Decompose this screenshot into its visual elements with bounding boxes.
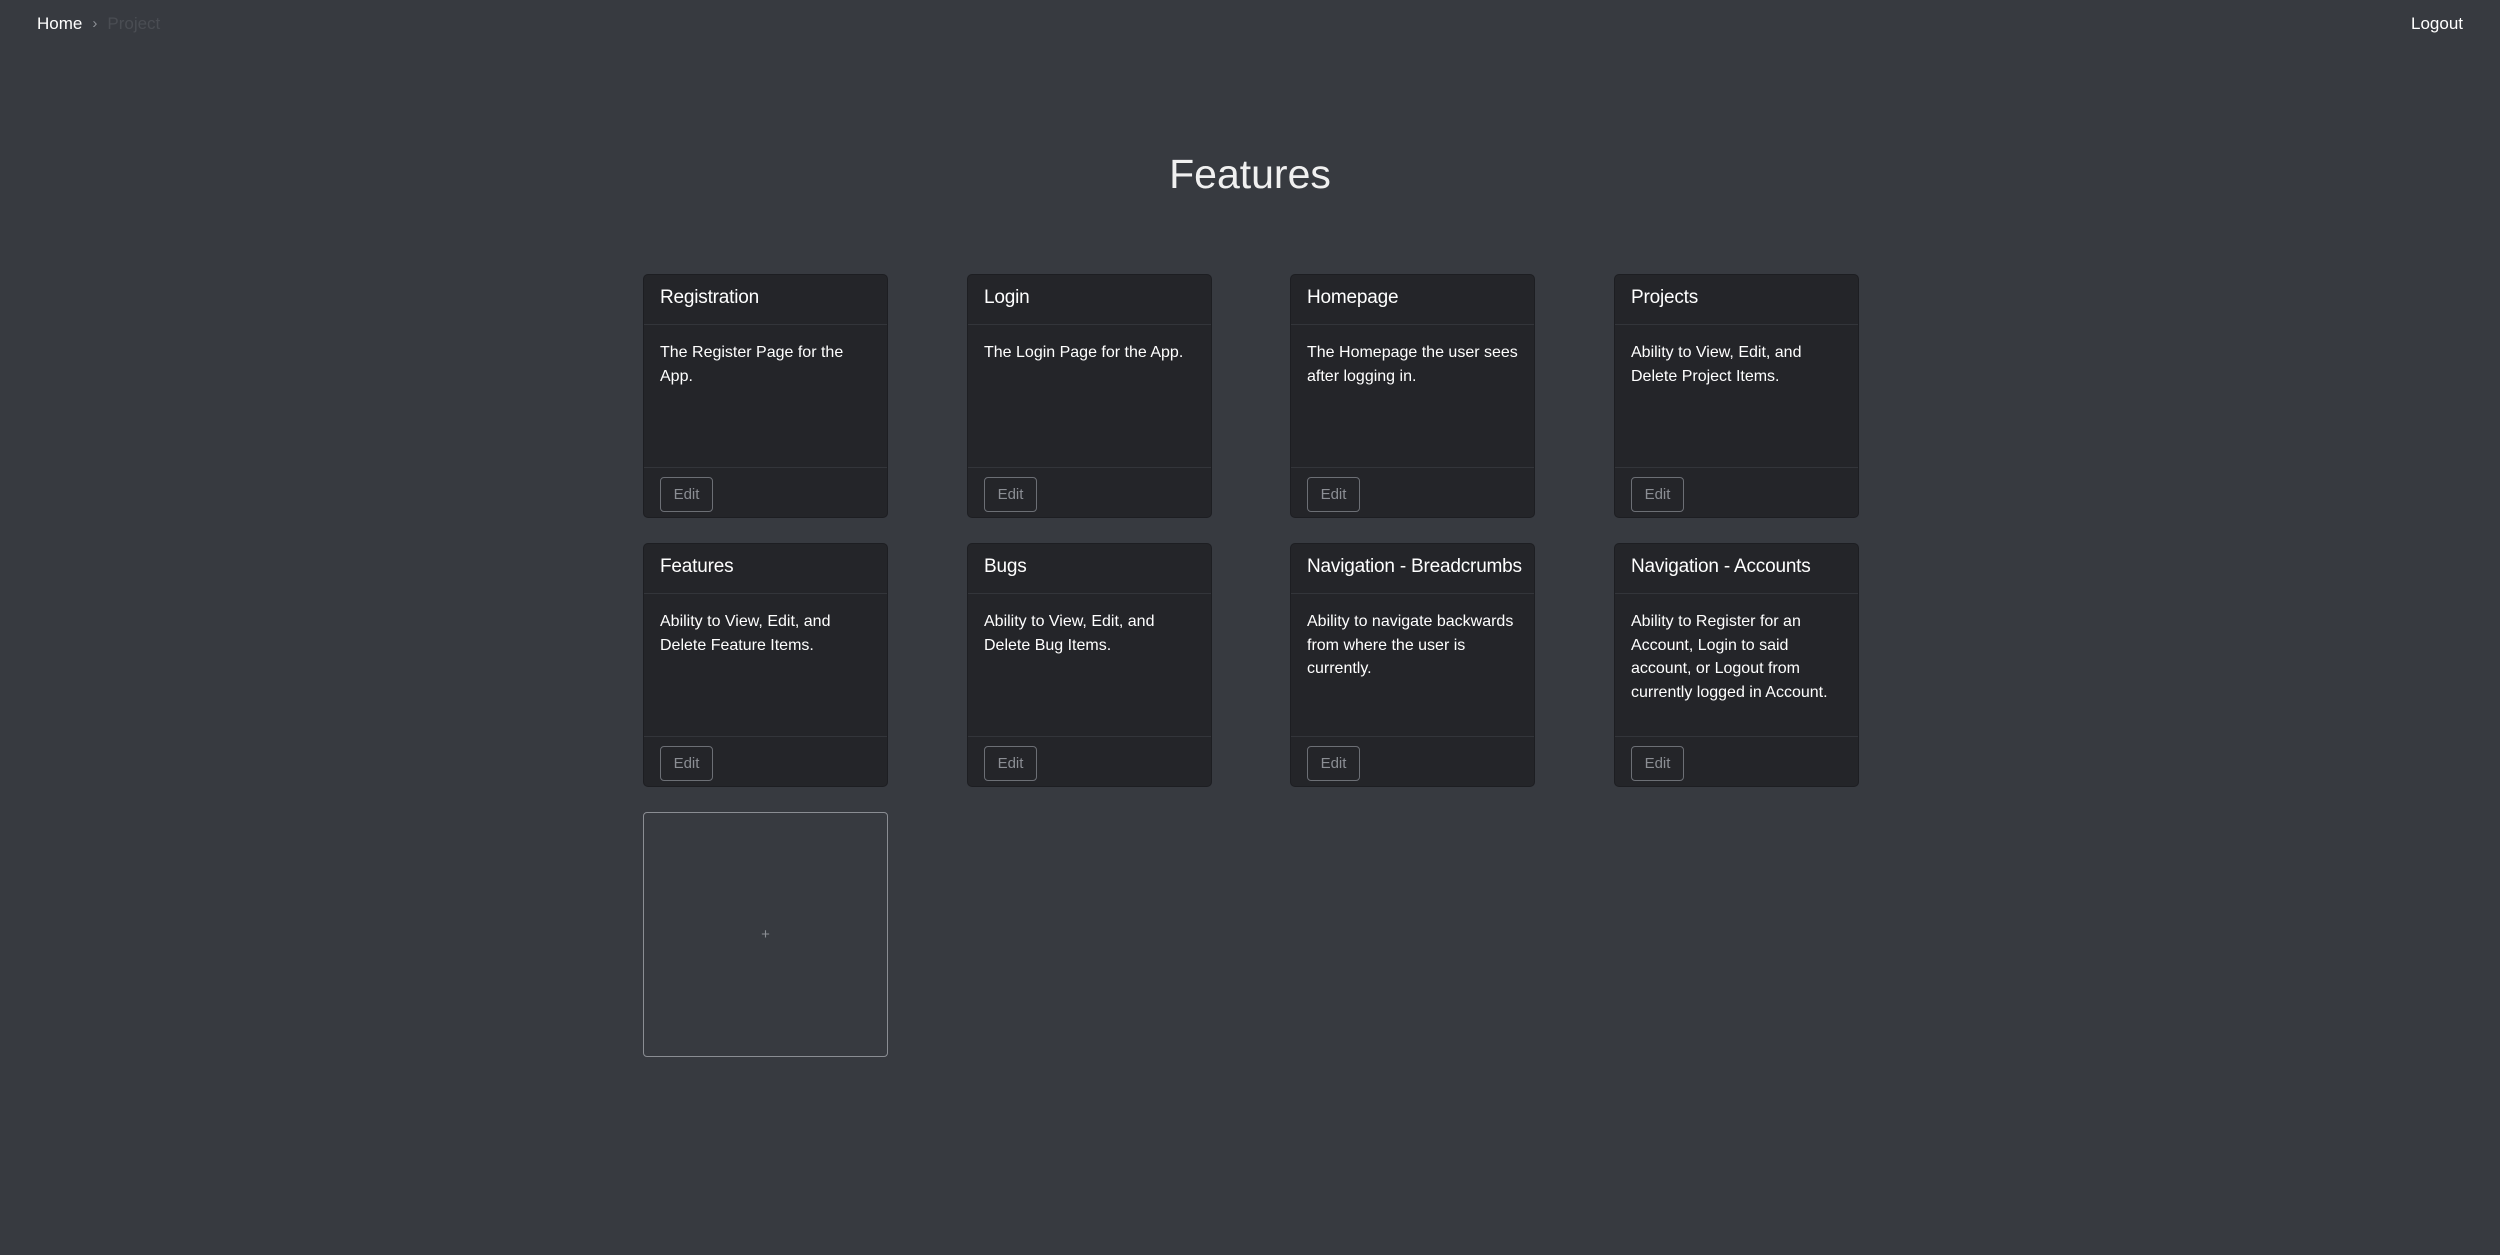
feature-card-footer: Edit [644, 737, 887, 786]
feature-card: Features Ability to View, Edit, and Dele… [643, 543, 888, 787]
feature-card-footer: Edit [1615, 468, 1858, 517]
breadcrumb-separator: › [92, 15, 98, 32]
feature-card: Registration The Register Page for the A… [643, 274, 888, 518]
top-nav-bar: Home › Project Logout [0, 0, 2500, 48]
breadcrumb: Home › Project [37, 12, 160, 36]
feature-card-description: Ability to navigate backwards from where… [1291, 594, 1534, 737]
feature-card-description: Ability to View, Edit, and Delete Bug It… [968, 594, 1211, 737]
feature-card-title: Navigation - Accounts [1615, 544, 1858, 594]
edit-button[interactable]: Edit [660, 746, 713, 781]
edit-button[interactable]: Edit [1631, 477, 1684, 512]
feature-card-footer: Edit [968, 468, 1211, 517]
breadcrumb-current-project: Project [107, 14, 161, 33]
add-feature-card[interactable]: + [643, 812, 888, 1057]
edit-button[interactable]: Edit [984, 477, 1037, 512]
logout-link[interactable]: Logout [2411, 12, 2463, 36]
feature-card-description: The Register Page for the App. [644, 325, 887, 468]
feature-card-title: Bugs [968, 544, 1211, 594]
edit-button[interactable]: Edit [984, 746, 1037, 781]
feature-card-description: Ability to View, Edit, and Delete Projec… [1615, 325, 1858, 468]
edit-button[interactable]: Edit [1631, 746, 1684, 781]
feature-card: Homepage The Homepage the user sees afte… [1290, 274, 1535, 518]
feature-card: Bugs Ability to View, Edit, and Delete B… [967, 543, 1212, 787]
feature-card-title: Projects [1615, 275, 1858, 325]
feature-card-footer: Edit [1291, 737, 1534, 786]
feature-card: Login The Login Page for the App. Edit [967, 274, 1212, 518]
feature-card-footer: Edit [968, 737, 1211, 786]
feature-card-title: Homepage [1291, 275, 1534, 325]
feature-card-title: Navigation - Breadcrumbs [1291, 544, 1534, 594]
page-title: Features [1169, 151, 1331, 197]
feature-card-title: Features [644, 544, 887, 594]
edit-button[interactable]: Edit [1307, 477, 1360, 512]
feature-card: Navigation - Accounts Ability to Registe… [1614, 543, 1859, 787]
plus-icon: + [761, 926, 770, 943]
edit-button[interactable]: Edit [1307, 746, 1360, 781]
feature-card-title: Login [968, 275, 1211, 325]
feature-card-description: Ability to View, Edit, and Delete Featur… [644, 594, 887, 737]
edit-button[interactable]: Edit [660, 477, 713, 512]
feature-card-footer: Edit [1615, 737, 1858, 786]
feature-card-description: Ability to Register for an Account, Logi… [1615, 594, 1858, 737]
feature-card-footer: Edit [1291, 468, 1534, 517]
feature-card: Navigation - Breadcrumbs Ability to navi… [1290, 543, 1535, 787]
feature-card-title: Registration [644, 275, 887, 325]
feature-card-description: The Login Page for the App. [968, 325, 1211, 468]
breadcrumb-home-link[interactable]: Home [37, 12, 82, 36]
feature-card-description: The Homepage the user sees after logging… [1291, 325, 1534, 468]
feature-card-footer: Edit [644, 468, 887, 517]
feature-card: Projects Ability to View, Edit, and Dele… [1614, 274, 1859, 518]
